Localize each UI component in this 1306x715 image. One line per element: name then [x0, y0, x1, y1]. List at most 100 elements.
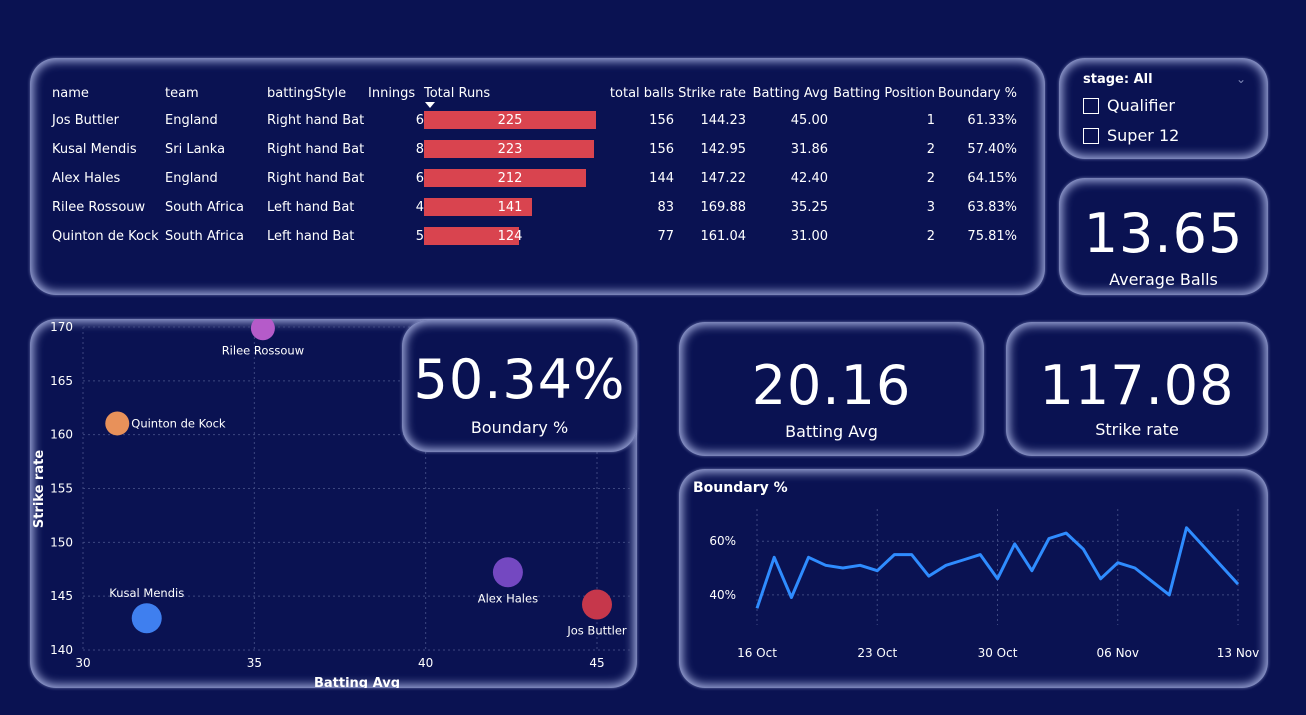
line-x-tick: 16 Oct	[737, 646, 777, 660]
scatter-x-tick: 30	[75, 656, 90, 670]
table-header-row: name team battingStyle Innings Total Run…	[52, 80, 1017, 108]
cell-innings: 8	[415, 142, 424, 157]
cell-strike-rate: 142.95	[700, 142, 747, 157]
cell-batting-style: Left hand Bat	[267, 200, 355, 215]
kpi-boundary-pct-card: 50.34% Boundary %	[402, 320, 637, 452]
stage-slicer: stage: All ⌄ Qualifier Super 12	[1059, 58, 1268, 159]
col-header-team[interactable]: team	[165, 80, 267, 106]
kpi-batting-avg-value: 20.16	[751, 354, 912, 417]
cell-total-balls: 156	[649, 142, 674, 157]
scatter-y-axis-title: Strike rate	[32, 450, 47, 528]
col-header-total-runs-label: Total Runs	[424, 85, 491, 101]
cell-team: South Africa	[165, 229, 244, 244]
cell-innings: 4	[415, 200, 424, 215]
scatter-y-tick: 150	[50, 535, 73, 549]
slicer-title[interactable]: stage: All	[1083, 72, 1153, 87]
cell-batting-avg: 31.86	[790, 142, 828, 157]
cell-team: England	[165, 171, 218, 186]
scatter-y-tick: 155	[50, 482, 73, 496]
checkbox-qualifier[interactable]	[1083, 97, 1099, 114]
cell-batting-style: Right hand Bat	[267, 113, 365, 128]
kpi-boundary-pct-value: 50.34%	[413, 348, 626, 411]
boundary-pct-line-chart: 16 Oct 23 Oct 30 Oct 06 Nov 13 Nov 40% 60%	[709, 509, 1260, 660]
line-x-tick: 30 Oct	[978, 646, 1018, 660]
cell-batting-position: 1	[926, 113, 935, 128]
scatter-point[interactable]	[105, 411, 130, 436]
checkbox-super-12[interactable]	[1083, 127, 1099, 144]
col-header-total-runs[interactable]: Total Runs	[424, 80, 602, 108]
scatter-point[interactable]	[492, 557, 523, 588]
line-y-tick: 40%	[709, 588, 736, 602]
total-runs-value: 223	[497, 142, 523, 157]
cell-strike-rate: 161.04	[700, 229, 747, 244]
total-runs-value: 212	[497, 171, 523, 186]
cell-total-balls: 144	[649, 171, 674, 186]
table-row[interactable]: Kusal Mendis Sri Lanka Right hand Bat 8 223 1…	[52, 135, 1017, 164]
col-header-batting-avg[interactable]: Batting Avg	[746, 80, 828, 106]
cell-boundary-pct: 75.81%	[967, 229, 1017, 244]
col-header-innings[interactable]: Innings	[368, 80, 424, 106]
cell-total-balls: 156	[649, 113, 674, 128]
table-row[interactable]: Alex Hales England Right hand Bat 6 212 144 14…	[52, 164, 1017, 193]
col-header-batting-position[interactable]: Batting Position	[828, 80, 935, 106]
slicer-option-label: Super 12	[1107, 126, 1180, 145]
kpi-average-balls-value: 13.65	[1083, 202, 1244, 265]
total-runs-value: 124	[497, 229, 523, 244]
cell-name: Jos Buttler	[52, 113, 119, 128]
scatter-point-label: Jos Buttler	[566, 623, 627, 637]
cell-batting-style: Right hand Bat	[267, 171, 365, 186]
scatter-point[interactable]	[131, 603, 162, 634]
kpi-batting-avg-label: Batting Avg	[785, 422, 878, 441]
slicer-option-qualifier[interactable]: Qualifier	[1083, 96, 1175, 115]
table-row[interactable]: Rilee Rossouw South Africa Left hand Bat 4 1…	[52, 193, 1017, 222]
chevron-down-icon[interactable]: ⌄	[1236, 72, 1246, 86]
line-y-tick: 60%	[709, 534, 736, 548]
cell-batting-position: 2	[926, 142, 935, 157]
scatter-x-axis-title: Batting Avg	[314, 676, 400, 688]
kpi-strike-rate-label: Strike rate	[1095, 420, 1179, 439]
cell-total-runs: 124	[424, 222, 602, 251]
cell-name: Rilee Rossouw	[52, 200, 146, 215]
cell-strike-rate: 169.88	[700, 200, 747, 215]
cell-team: South Africa	[165, 200, 244, 215]
top-players-table: name team battingStyle Innings Total Run…	[52, 80, 1017, 251]
scatter-y-tick: 165	[50, 374, 73, 388]
cell-total-balls: 77	[657, 229, 674, 244]
col-header-total-balls[interactable]: total balls	[602, 80, 674, 106]
cell-batting-style: Left hand Bat	[267, 229, 355, 244]
kpi-strike-rate-card: 117.08 Strike rate	[1006, 322, 1268, 456]
cell-batting-style: Right hand Bat	[267, 142, 365, 157]
top-players-table-card: name team battingStyle Innings Total Run…	[30, 58, 1045, 295]
line-x-tick: 13 Nov	[1217, 646, 1260, 660]
scatter-point-label: Quinton de Kock	[131, 416, 226, 430]
line-x-tick: 23 Oct	[857, 646, 897, 660]
cell-strike-rate: 144.23	[700, 113, 747, 128]
cell-batting-avg: 42.40	[790, 171, 828, 186]
table-row[interactable]: Jos Buttler England Right hand Bat 6 225 156 1…	[52, 106, 1017, 135]
cell-batting-avg: 35.25	[790, 200, 828, 215]
scatter-y-tick: 145	[50, 589, 73, 603]
cell-team: England	[165, 113, 218, 128]
col-header-batting-style[interactable]: battingStyle	[267, 80, 368, 106]
cell-boundary-pct: 63.83%	[967, 200, 1017, 215]
cell-boundary-pct: 64.15%	[967, 171, 1017, 186]
cell-batting-avg: 45.00	[790, 113, 828, 128]
cell-name: Quinton de Kock	[52, 229, 159, 244]
kpi-strike-rate-value: 117.08	[1039, 354, 1235, 417]
table-row[interactable]: Quinton de Kock South Africa Left hand Bat…	[52, 222, 1017, 251]
cell-name: Alex Hales	[52, 171, 121, 186]
scatter-point-label: Alex Hales	[478, 591, 538, 605]
cell-batting-position: 2	[926, 229, 935, 244]
cell-boundary-pct: 57.40%	[967, 142, 1017, 157]
scatter-point[interactable]	[582, 589, 612, 620]
kpi-batting-avg-card: 20.16 Batting Avg	[679, 322, 984, 456]
cell-batting-position: 2	[926, 171, 935, 186]
kpi-boundary-pct-label: Boundary %	[470, 418, 569, 437]
cell-innings: 5	[415, 229, 424, 244]
slicer-option-super-12[interactable]: Super 12	[1083, 126, 1179, 145]
cell-name: Kusal Mendis	[52, 142, 137, 157]
col-header-strike-rate[interactable]: Strike rate	[674, 80, 746, 106]
col-header-name[interactable]: name	[52, 80, 165, 106]
cell-innings: 6	[415, 171, 424, 186]
col-header-boundary-pct[interactable]: Boundary %	[935, 80, 1017, 106]
